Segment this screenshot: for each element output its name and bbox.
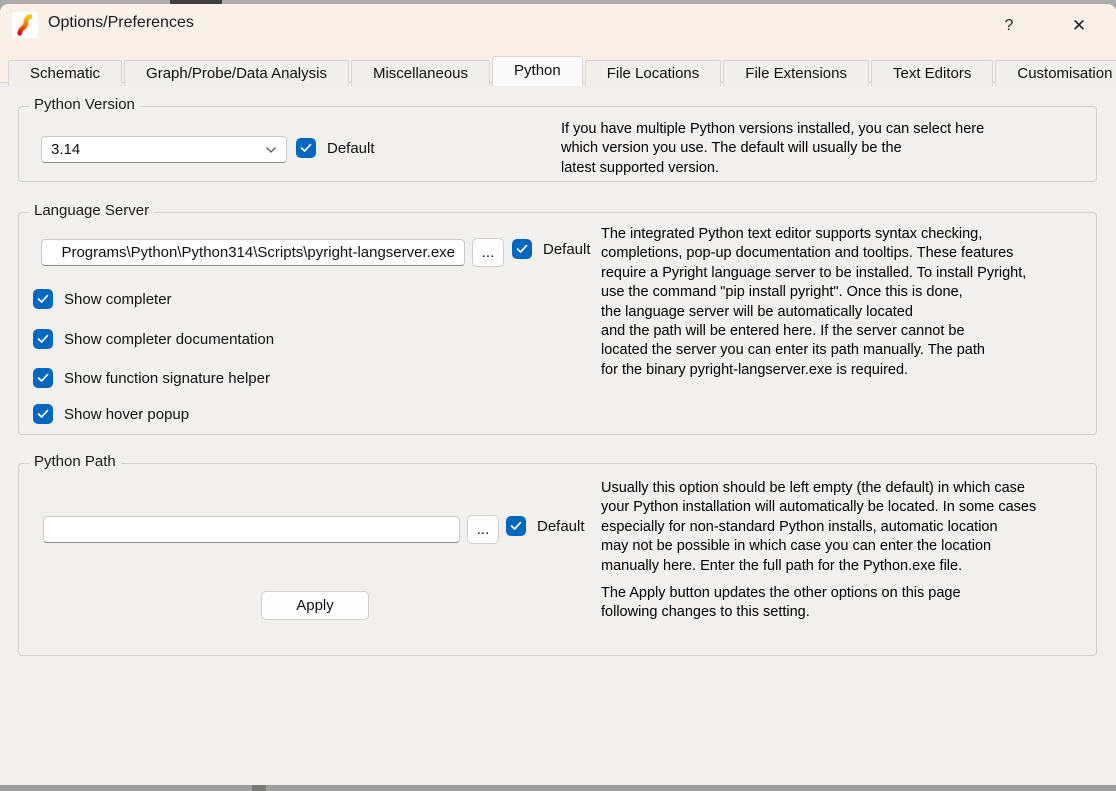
desktop-edge-bottom bbox=[0, 785, 1116, 791]
show-completer-documentation-checkbox[interactable] bbox=[33, 329, 53, 349]
python-version-default-checkbox[interactable] bbox=[296, 138, 316, 158]
python-path-description-2: The Apply button updates the other optio… bbox=[601, 584, 961, 623]
check-icon bbox=[300, 143, 312, 153]
app-logo-icon bbox=[12, 12, 38, 38]
check-icon bbox=[510, 521, 522, 531]
language-server-description: The integrated Python text editor suppor… bbox=[601, 225, 1026, 380]
tab-python[interactable]: Python bbox=[492, 56, 583, 86]
python-path-default-row: Default bbox=[506, 516, 585, 536]
show-completer-label: Show completer bbox=[64, 291, 172, 308]
python-version-default-row: Default bbox=[296, 138, 375, 158]
tab-bar: Schematic Graph/Probe/Data Analysis Misc… bbox=[8, 56, 1116, 86]
options-preferences-dialog: Options/Preferences ? ✕ Schematic Graph/… bbox=[0, 4, 1116, 785]
title-bar[interactable]: Options/Preferences ? ✕ bbox=[0, 4, 1116, 46]
check-icon bbox=[516, 244, 528, 254]
python-version-group-title: Python Version bbox=[29, 96, 140, 113]
show-function-signature-helper-checkbox[interactable] bbox=[33, 368, 53, 388]
show-function-signature-helper-label: Show function signature helper bbox=[64, 370, 270, 387]
show-function-signature-helper-row: Show function signature helper bbox=[33, 368, 270, 388]
show-completer-documentation-row: Show completer documentation bbox=[33, 329, 274, 349]
python-version-description: If you have multiple Python versions ins… bbox=[561, 120, 984, 178]
help-button[interactable]: ? bbox=[994, 12, 1024, 40]
check-icon bbox=[37, 373, 49, 383]
show-hover-popup-label: Show hover popup bbox=[64, 406, 189, 423]
python-version-combobox[interactable]: 3.14 bbox=[41, 136, 287, 163]
language-server-browse-button[interactable]: ... bbox=[472, 238, 504, 267]
python-path-default-checkbox[interactable] bbox=[506, 516, 526, 536]
python-path-description: Usually this option should be left empty… bbox=[601, 479, 1036, 576]
python-path-group: Python Path ... Default Apply Usually th… bbox=[18, 463, 1097, 656]
python-path-browse-button[interactable]: ... bbox=[467, 515, 499, 544]
language-server-group: Language Server Programs\Python\Python31… bbox=[18, 212, 1097, 435]
language-server-default-row: Default bbox=[512, 239, 591, 259]
check-icon bbox=[37, 409, 49, 419]
tab-file-extensions[interactable]: File Extensions bbox=[723, 60, 869, 86]
python-version-group: Python Version 3.14 Default If you have … bbox=[18, 106, 1097, 182]
language-server-path-value: Programs\Python\Python314\Scripts\pyrigh… bbox=[61, 244, 455, 261]
python-version-default-label: Default bbox=[327, 140, 375, 157]
show-hover-popup-row: Show hover popup bbox=[33, 404, 189, 424]
language-server-path-input[interactable]: Programs\Python\Python314\Scripts\pyrigh… bbox=[41, 239, 465, 266]
close-icon[interactable]: ✕ bbox=[1064, 12, 1094, 40]
tab-schematic[interactable]: Schematic bbox=[8, 60, 122, 86]
language-server-default-label: Default bbox=[543, 241, 591, 258]
tab-text-editors[interactable]: Text Editors bbox=[871, 60, 993, 86]
language-server-group-title: Language Server bbox=[29, 202, 154, 219]
language-server-default-checkbox[interactable] bbox=[512, 239, 532, 259]
tab-miscellaneous[interactable]: Miscellaneous bbox=[351, 60, 490, 86]
chevron-down-icon bbox=[265, 146, 277, 154]
show-hover-popup-checkbox[interactable] bbox=[33, 404, 53, 424]
check-icon bbox=[37, 334, 49, 344]
background-app-sliver-bottom bbox=[252, 785, 266, 791]
python-tab-content: Python Version 3.14 Default If you have … bbox=[0, 82, 1116, 785]
window-title: Options/Preferences bbox=[48, 14, 194, 32]
tab-graph-probe-data-analysis[interactable]: Graph/Probe/Data Analysis bbox=[124, 60, 349, 86]
python-path-group-title: Python Path bbox=[29, 453, 121, 470]
show-completer-documentation-label: Show completer documentation bbox=[64, 331, 274, 348]
show-completer-checkbox[interactable] bbox=[33, 289, 53, 309]
python-version-value: 3.14 bbox=[51, 141, 80, 158]
apply-button[interactable]: Apply bbox=[261, 591, 369, 620]
tab-file-locations[interactable]: File Locations bbox=[585, 60, 722, 86]
python-path-input[interactable] bbox=[43, 516, 460, 543]
check-icon bbox=[37, 294, 49, 304]
tab-customisation[interactable]: Customisation bbox=[995, 60, 1116, 86]
show-completer-row: Show completer bbox=[33, 289, 172, 309]
python-path-default-label: Default bbox=[537, 518, 585, 535]
